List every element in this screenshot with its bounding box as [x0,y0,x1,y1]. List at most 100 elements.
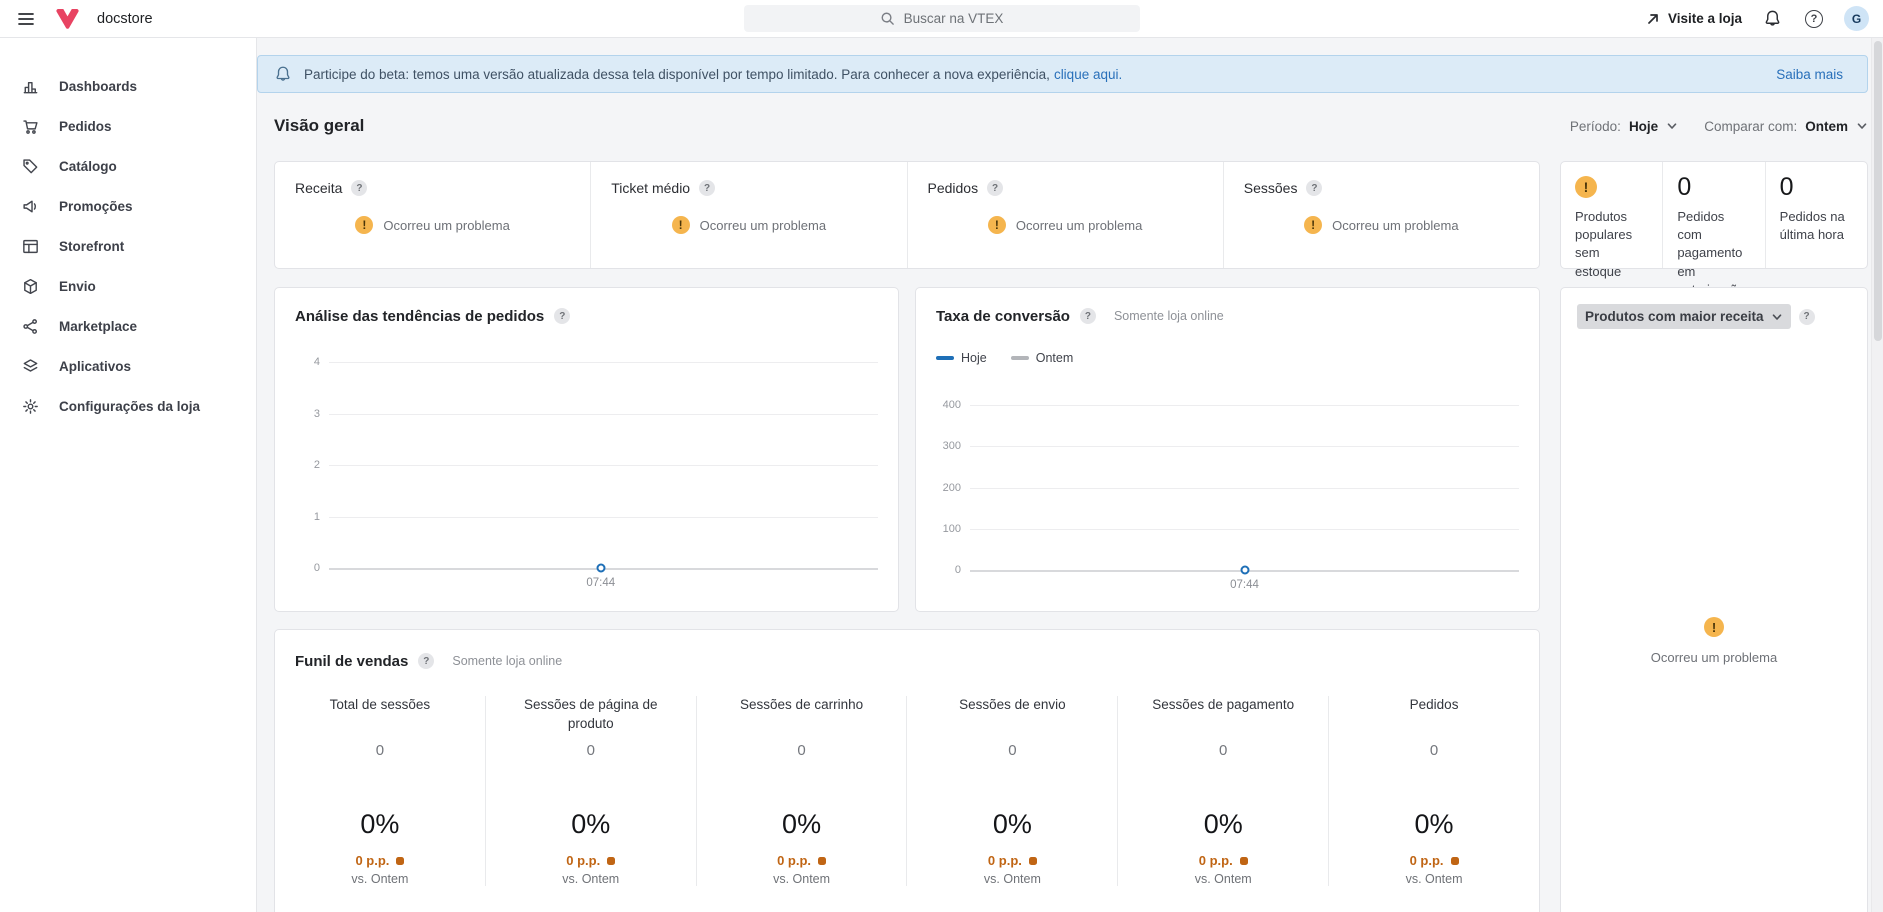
top-products-selector[interactable]: Produtos com maior receita [1577,304,1791,329]
visit-store-link[interactable]: Visite a loja [1646,11,1742,26]
step-rate: 0% [360,809,400,839]
period-value: Hoje [1628,118,1659,134]
beta-banner: Participe do beta: temos uma versão atua… [257,55,1868,93]
menu-button[interactable] [14,7,38,31]
chevron-down-icon [1857,123,1867,129]
search-placeholder: Buscar na VTEX [903,11,1004,26]
banner-message: Participe do beta: temos uma versão atua… [304,67,1122,82]
step-value: 0 [1219,742,1228,759]
sidebar-item-label: Aplicativos [59,358,132,374]
help-button[interactable]: ? [1803,8,1825,30]
stat-value: 0 [1779,173,1794,201]
arrow-up-right-icon [1648,13,1658,24]
step-compare: vs. Ontem [562,872,620,886]
step-rate: 0% [1414,809,1454,839]
kpi-pedidos: Pedidos? ! Ocorreu um problema [906,162,1223,268]
top-products-card: Produtos com maior receita ? ! Ocorreu u… [1560,287,1868,912]
banner-action-link[interactable]: Saiba mais [1776,67,1843,82]
step-delta: 0 p.p. [355,853,390,868]
sidebar-item-label: Promoções [59,198,133,214]
chart-legend: Hoje Ontem [936,348,1519,368]
sidebar-item-aplicativos[interactable]: Aplicativos [0,346,256,386]
hamburger-icon [18,12,34,25]
tag-icon [23,158,38,173]
banner-link[interactable]: clique aqui. [1054,67,1122,82]
step-delta: 0 p.p. [777,853,812,868]
delta-dot-icon [607,856,616,865]
step-compare: vs. Ontem [983,872,1041,886]
funnel-title: Funil de vendas [295,652,409,670]
step-label: Sessões de carrinho [740,697,864,712]
page-scrollbar[interactable] [1871,38,1883,912]
question-icon: ? [1805,9,1823,28]
selector-value: Produtos com maior receita [1585,309,1764,324]
sidebar-item-dashboards[interactable]: Dashboards [0,66,256,106]
step-value: 0 [586,742,595,759]
delta-dot-icon [818,856,827,865]
warning-icon: ! [1304,216,1323,234]
plot-area [970,405,1519,575]
step-delta: 0 p.p. [1198,853,1233,868]
sidebar-item-pedidos[interactable]: Pedidos [0,106,256,146]
kpi-title: Sessões [1243,180,1298,196]
x-axis: 07:44 [586,577,616,589]
compare-selector[interactable]: Comparar com: Ontem [1704,119,1868,134]
sidebar-item-marketplace[interactable]: Marketplace [0,306,256,346]
gear-icon [23,398,38,414]
chart-title: Análise das tendências de pedidos [295,307,545,325]
megaphone-icon [23,200,36,212]
sidebar-item-label: Envio [59,278,96,294]
period-selector[interactable]: Período: Hoje [1570,119,1678,134]
delta-dot-icon [396,856,405,865]
sidebar-item-promocoes[interactable]: Promoções [0,186,256,226]
kpi-title: Pedidos [927,180,979,196]
stat-produtos-sem-estoque: ! Produtos populares sem estoque [1561,162,1662,279]
notifications-button[interactable] [1761,7,1784,30]
help-icon[interactable]: ? [1079,308,1096,324]
sidebar-item-storefront[interactable]: Storefront [0,226,256,266]
sidebar-item-catalogo[interactable]: Catálogo [0,146,256,186]
step-value: 0 [1429,742,1439,759]
sidebar-item-configuracoes[interactable]: Configurações da loja [0,386,256,426]
share-network-icon [23,318,38,334]
warning-icon: ! [1575,176,1597,198]
help-icon[interactable]: ? [554,308,571,324]
sales-funnel-card: Funil de vendas ? Somente loja online To… [274,629,1540,912]
sidebar-item-envio[interactable]: Envio [0,266,256,306]
help-icon[interactable]: ? [1306,180,1323,196]
data-point[interactable] [596,563,606,573]
y-axis: 400 300 200 100 0 [942,399,961,576]
vtex-logo[interactable] [56,8,79,29]
layers-icon [23,358,38,372]
legend-hoje[interactable]: Hoje [936,351,987,365]
sidebar: Dashboards Pedidos Catálogo Promoções St… [0,38,257,912]
help-icon[interactable]: ? [699,180,716,196]
scrollbar-thumb[interactable] [1874,41,1882,341]
stat-pedidos-ultima-hora: 0 Pedidos na última hora [1764,162,1867,268]
step-value: 0 [375,742,385,759]
plot-area [329,362,878,573]
step-label: Sessões de pagamento [1152,697,1295,712]
search-input[interactable]: Buscar na VTEX [743,5,1140,32]
help-icon[interactable]: ? [987,180,1004,196]
kpi-title: Receita [295,180,343,196]
help-icon[interactable]: ? [1798,308,1815,325]
warning-icon: ! [1703,617,1724,637]
step-label: Sessões de página de produto [523,697,658,731]
sidebar-item-label: Configurações da loja [59,398,201,414]
delta-dot-icon [1028,856,1037,865]
help-icon[interactable]: ? [418,653,435,669]
stat-value: 0 [1677,173,1692,201]
kpi-ticket-medio: Ticket médio? ! Ocorreu um problema [590,162,906,268]
bar-chart-icon [23,81,38,93]
help-icon[interactable]: ? [351,180,368,196]
delta-dot-icon [1239,856,1248,865]
avatar[interactable]: G [1844,6,1869,31]
account-name: docstore [97,10,153,27]
step-rate: 0% [571,809,611,839]
data-point[interactable] [1240,565,1249,575]
legend-ontem[interactable]: Ontem [1010,351,1073,365]
chevron-down-icon [1772,313,1781,320]
legend-swatch [936,356,954,360]
step-value: 0 [1008,742,1017,759]
